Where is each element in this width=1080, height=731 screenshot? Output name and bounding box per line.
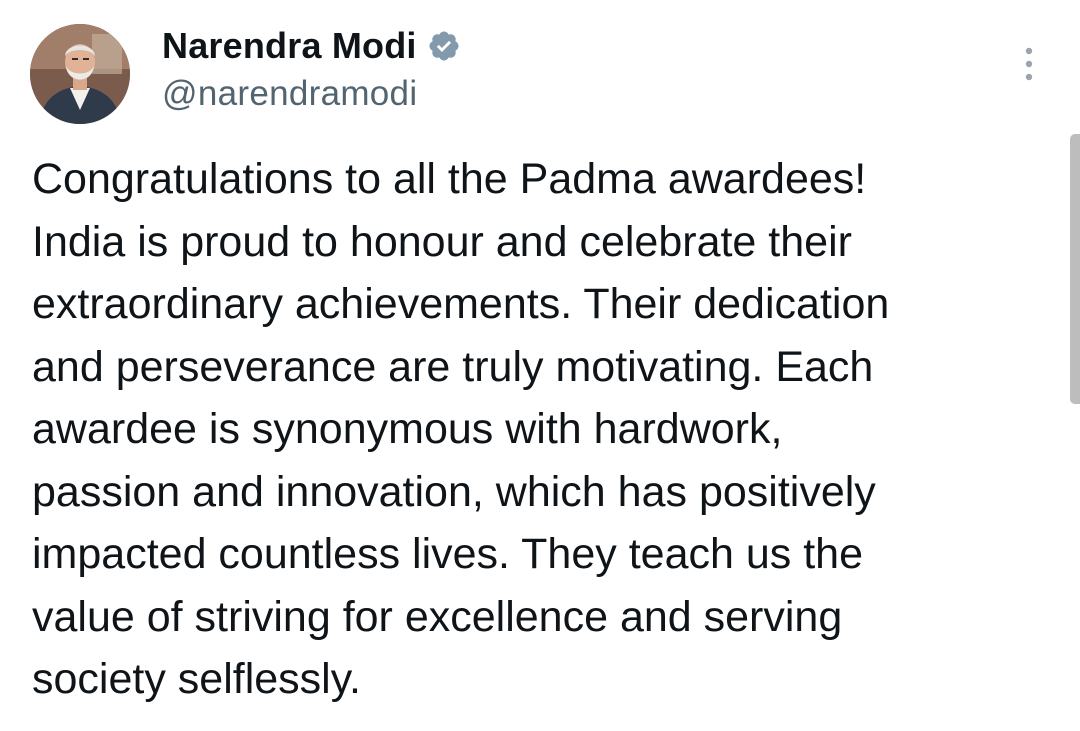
tweet-card: Narendra Modi @narendramodi Congratulati…: [0, 0, 1080, 731]
tweet-text-line: and perseverance are truly motivating. E…: [32, 342, 874, 391]
author-name[interactable]: Narendra Modi: [162, 25, 417, 67]
more-vertical-icon[interactable]: [1018, 44, 1040, 84]
tweet-text-line: impacted countless lives. They teach us …: [32, 530, 863, 578]
author-avatar[interactable]: [30, 24, 130, 124]
tweet-text-line: value of striving for excellence and ser…: [32, 592, 843, 641]
verified-badge-icon: [427, 29, 461, 63]
author-handle[interactable]: @narendramodi: [162, 74, 417, 114]
tweet-text-line: India is proud to honour and celebrate t…: [32, 217, 852, 266]
scrollbar-thumb[interactable]: [1070, 134, 1080, 404]
tweet-text-line: society selflessly.: [32, 655, 361, 703]
tweet-text-line: passion and innovation, which has positi…: [32, 467, 876, 516]
tweet-text-line: extraordinary achievements. Their dedica…: [32, 280, 890, 328]
tweet-text-line: Congratulations to all the Padma awardee…: [32, 155, 867, 203]
author-name-row[interactable]: Narendra Modi: [162, 24, 461, 68]
tweet-text: Congratulations to all the Padma awardee…: [32, 148, 1042, 711]
tweet-text-line: awardee is synonymous with hardwork,: [32, 405, 783, 453]
avatar-photo: [30, 24, 130, 124]
